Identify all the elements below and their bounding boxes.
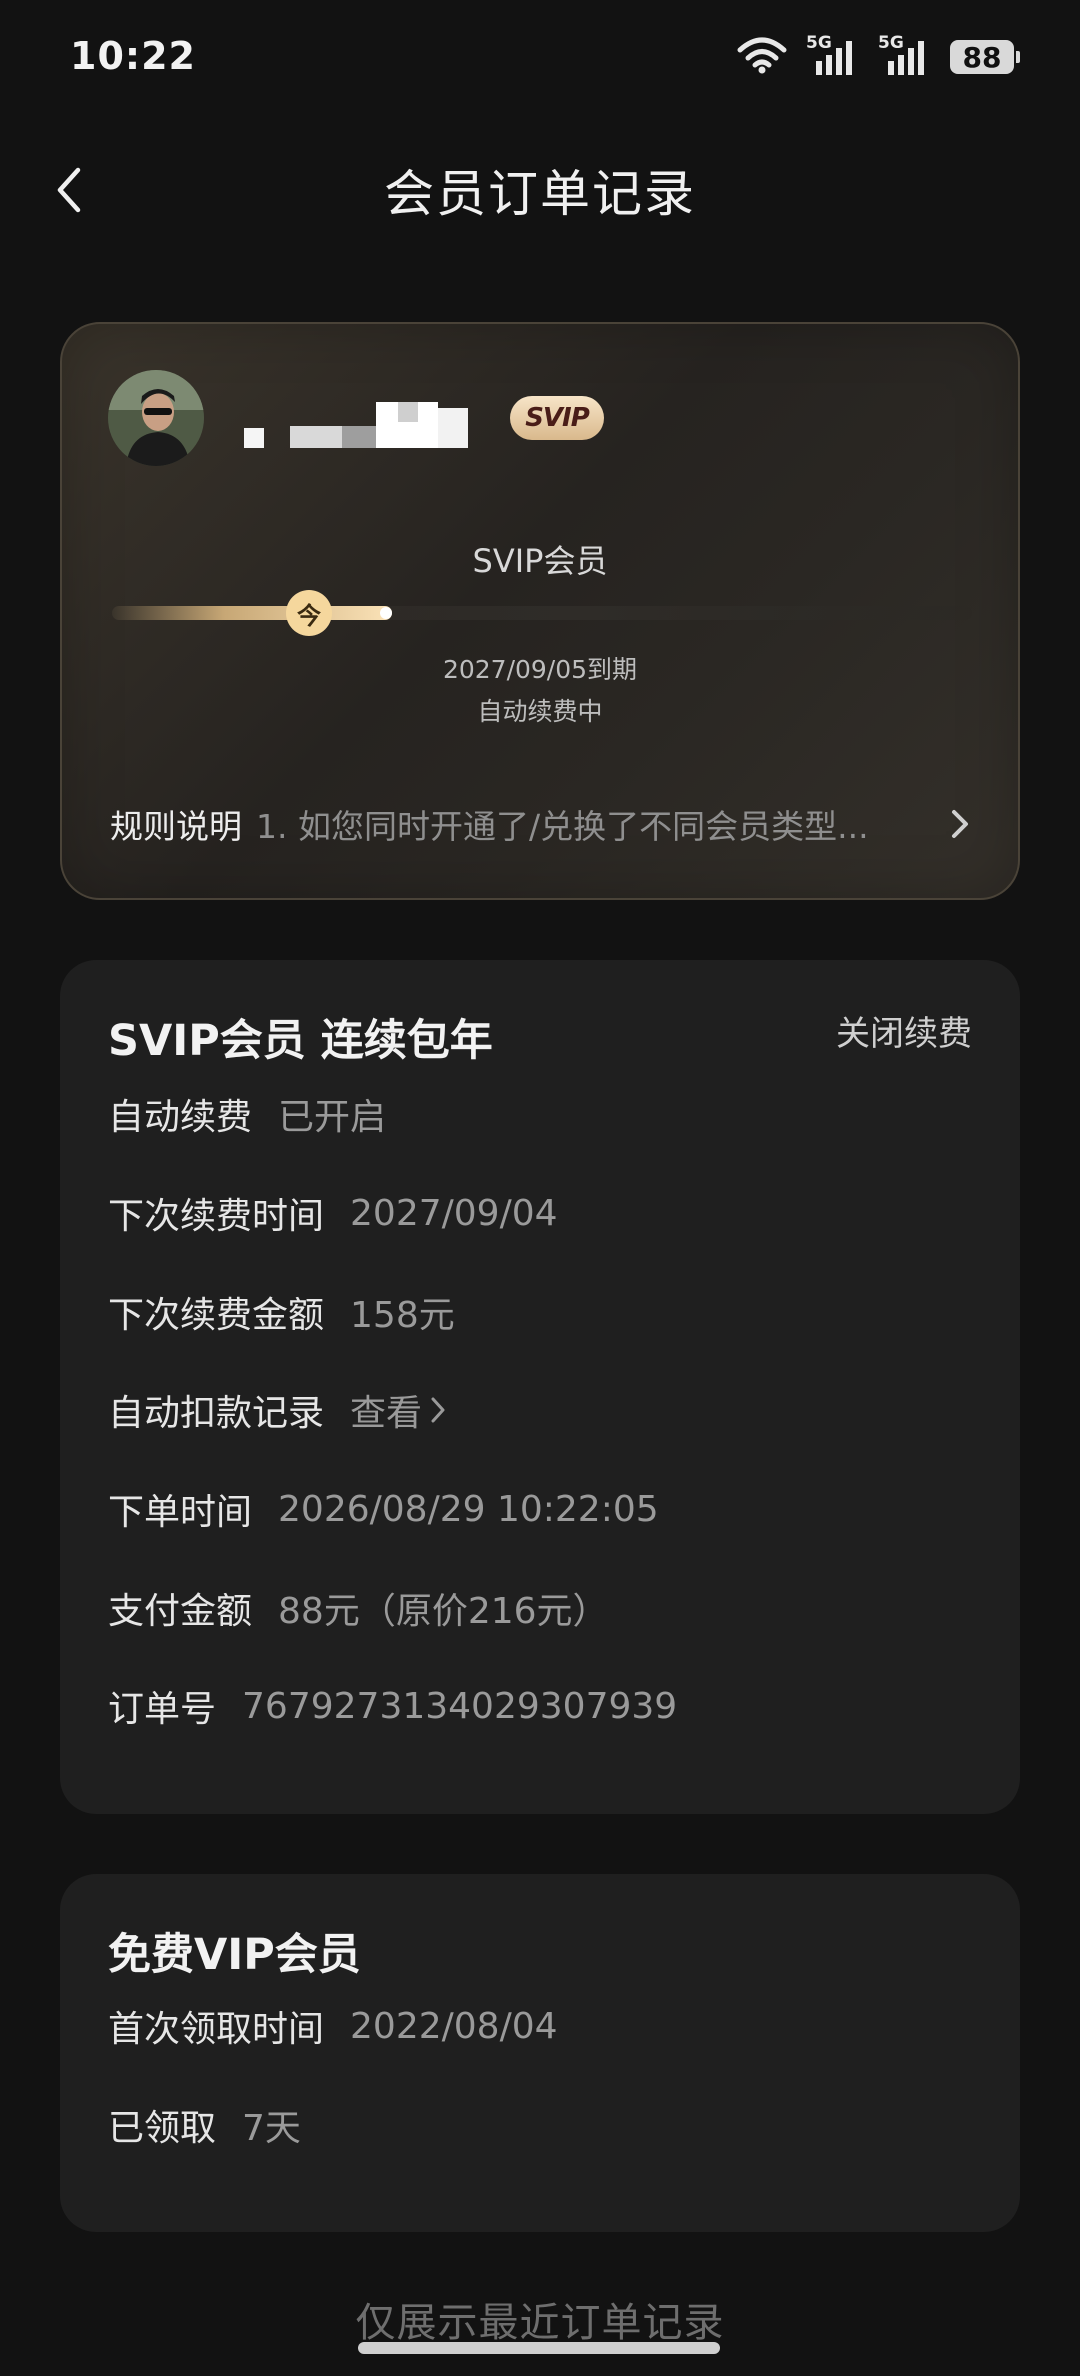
info-label: 自动续费 <box>108 1097 253 1138</box>
info-value: 7天 <box>242 2108 301 2149</box>
info-label: 订单号 <box>108 1689 217 1730</box>
info-row-deduction-record: 自动扣款记录 查看 <box>108 1380 448 1440</box>
info-row-next-renew-amount: 下次续费金额 158元 <box>108 1282 455 1342</box>
info-row-order-time: 下单时间 2026/08/29 10:22:05 <box>108 1479 659 1539</box>
info-row-next-renew-time: 下次续费时间 2027/09/04 <box>108 1183 558 1243</box>
status-time: 10:22 <box>70 34 196 78</box>
rules-title: 规则说明 <box>110 807 242 846</box>
info-value: 158元 <box>350 1295 455 1336</box>
chevron-right-icon <box>431 1397 445 1423</box>
username-redacted <box>244 402 490 454</box>
membership-progress-track <box>112 606 972 620</box>
view-deduction-record-link[interactable]: 查看 <box>350 1384 448 1436</box>
free-vip-title: 免费VIP会员 <box>108 1930 361 1980</box>
chevron-right-icon <box>940 804 980 844</box>
membership-progress-fill <box>112 606 392 620</box>
info-value: 已开启 <box>278 1097 387 1138</box>
free-vip-card: 免费VIP会员 首次领取时间 2022/08/04 已领取 7天 <box>60 1874 1020 2232</box>
info-row-order-number: 订单号 7679273134029307939 <box>108 1676 677 1736</box>
info-value: 88元（原价216元） <box>278 1591 609 1632</box>
order-title: SVIP会员 连续包年 <box>108 1016 493 1066</box>
info-row-auto-renew: 自动续费 已开启 <box>108 1084 386 1144</box>
info-value: 2022/08/04 <box>350 2005 558 2047</box>
membership-type-label: SVIP会员 <box>472 542 608 580</box>
info-label: 已领取 <box>108 2108 217 2149</box>
info-label: 首次领取时间 <box>108 2009 325 2050</box>
page-title: 会员订单记录 <box>384 165 696 223</box>
user-avatar-icon <box>108 370 204 466</box>
info-row-first-claim-time: 首次领取时间 2022/08/04 <box>108 1996 558 2056</box>
membership-card: SVIP SVIP会员 今 2027/09/05到期 自动续费中 规则说明 1.… <box>60 322 1020 900</box>
info-label: 下单时间 <box>108 1492 253 1533</box>
status-bar: 10:22 5G 5G 88 <box>0 0 1080 120</box>
header: 会员订单记录 <box>0 140 1080 240</box>
rules-explanation-row[interactable]: 规则说明 1. 如您同时开通了/兑换了不同会员类型... <box>110 794 980 854</box>
today-marker: 今 <box>286 590 332 636</box>
info-label: 下次续费金额 <box>108 1295 325 1336</box>
expire-date: 2027/09/05到期 <box>442 655 638 684</box>
auto-renew-status: 自动续费中 <box>477 697 603 726</box>
footer-note: 仅展示最近订单记录 <box>355 2300 725 2346</box>
info-label: 自动扣款记录 <box>108 1393 325 1434</box>
cellular-signal-icon: 5G <box>806 33 860 77</box>
avatar[interactable] <box>108 370 204 466</box>
close-renew-button[interactable]: 关闭续费 <box>836 1006 972 1055</box>
svip-badge: SVIP <box>510 396 604 440</box>
info-row-payment-amount: 支付金额 88元（原价216元） <box>108 1578 609 1638</box>
info-value: 2026/08/29 10:22:05 <box>278 1488 659 1530</box>
info-label: 下次续费时间 <box>108 1196 325 1237</box>
order-card: SVIP会员 连续包年 关闭续费 自动续费 已开启 下次续费时间 2027/09… <box>60 960 1020 1814</box>
wifi-icon <box>736 36 788 78</box>
progress-end-dot <box>380 607 392 619</box>
view-link-label: 查看 <box>350 1393 423 1434</box>
info-label: 支付金额 <box>108 1591 253 1632</box>
rules-text: 1. 如您同时开通了/兑换了不同会员类型... <box>256 807 869 846</box>
cellular-signal-icon-2: 5G <box>878 33 932 77</box>
info-row-claimed-days: 已领取 7天 <box>108 2095 301 2155</box>
battery-indicator: 88 <box>950 40 1020 74</box>
info-value: 2027/09/04 <box>350 1192 558 1234</box>
info-value: 7679273134029307939 <box>242 1685 678 1727</box>
home-indicator[interactable] <box>358 2342 720 2354</box>
status-icons: 5G 5G 88 <box>736 33 1020 78</box>
